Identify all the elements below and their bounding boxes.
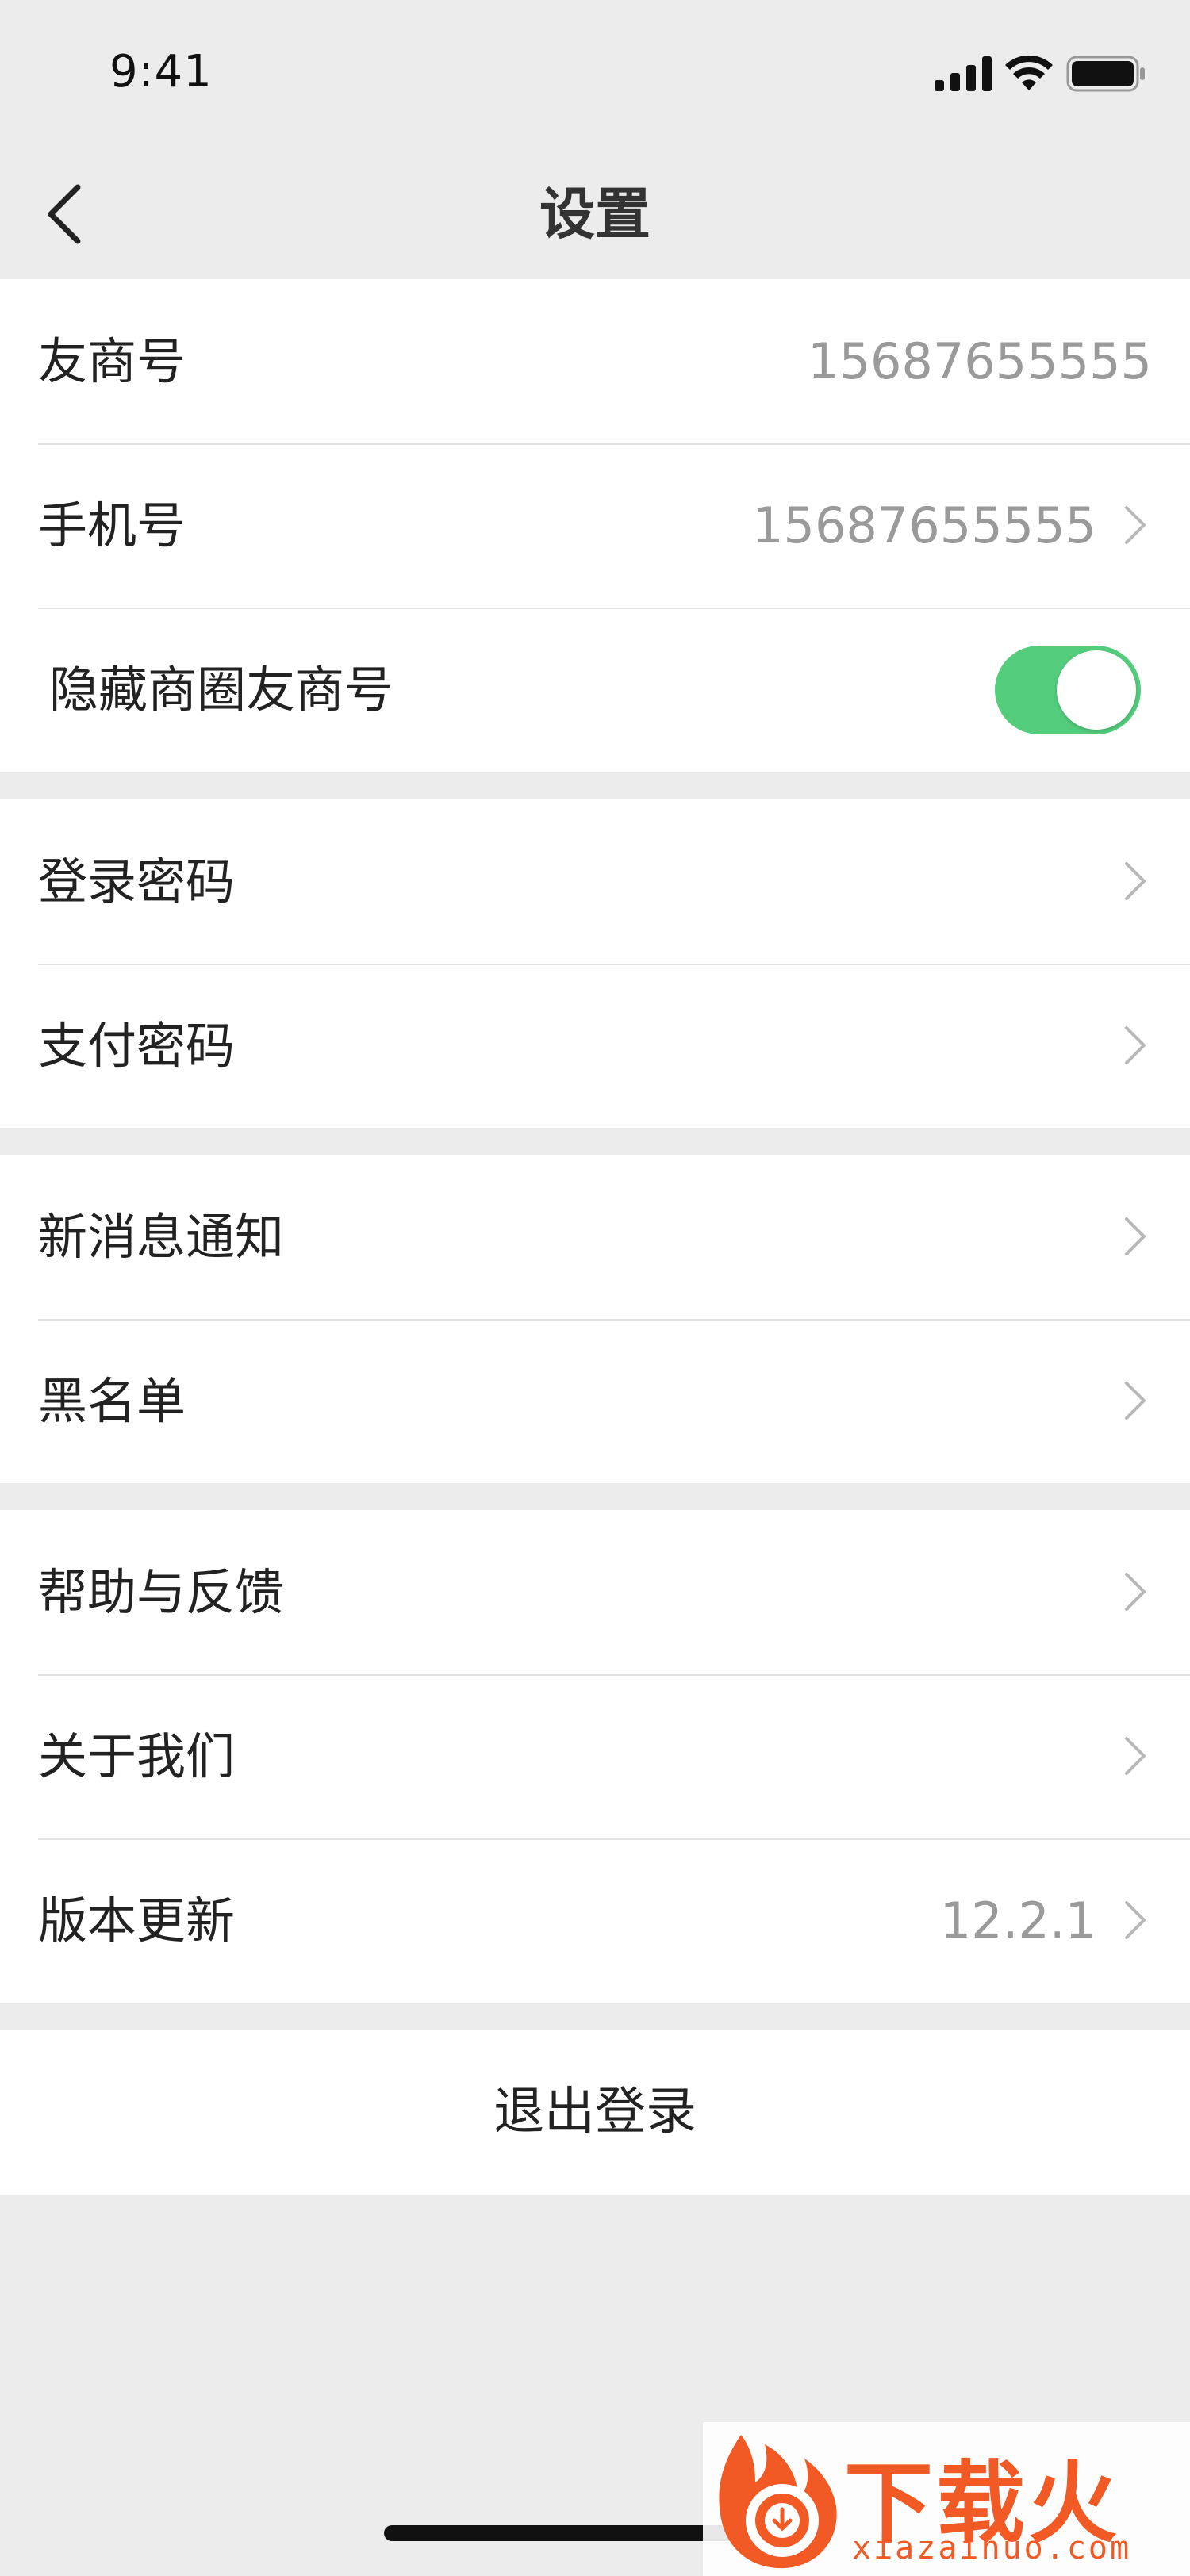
flame-logo-icon	[719, 2435, 837, 2569]
phone-label: 手机号	[38, 496, 186, 554]
battery-icon	[1066, 56, 1145, 92]
blacklist-label: 黑名单	[38, 1372, 186, 1430]
new-message-label: 新消息通知	[38, 1208, 285, 1266]
blacklist-row[interactable]: 黑名单	[0, 1319, 1190, 1483]
chevron-right-icon	[1125, 1737, 1146, 1775]
help-row[interactable]: 帮助与反馈	[0, 1510, 1190, 1674]
pay-password-label: 支付密码	[38, 1017, 236, 1075]
watermark: 下载火 xiazaihuo.com	[703, 2422, 1190, 2576]
phone-value: 15687655555	[752, 496, 1096, 554]
logout-button[interactable]: 退出登录	[0, 2030, 1190, 2195]
page-title: 设置	[539, 182, 651, 247]
signal-icon	[935, 56, 992, 91]
chevron-right-icon	[1125, 1382, 1146, 1420]
merchant-id-value: 15687655555	[808, 332, 1152, 390]
hide-id-toggle[interactable]	[995, 646, 1141, 734]
chevron-right-icon	[1125, 1217, 1146, 1255]
hide-id-label: 隐藏商圈友商号	[49, 661, 394, 719]
watermark-subtitle: xiazaihuo.com	[852, 2530, 1132, 2566]
chevron-right-icon	[1125, 862, 1146, 900]
about-us-row[interactable]: 关于我们	[0, 1674, 1190, 1838]
login-password-label: 登录密码	[38, 853, 236, 910]
status-icons	[935, 54, 1146, 94]
account-group: 友商号 15687655555 手机号 15687655555 隐藏商圈友商号	[0, 279, 1190, 772]
chevron-right-icon	[1125, 506, 1146, 544]
version-label: 版本更新	[38, 1892, 236, 1949]
help-label: 帮助与反馈	[38, 1563, 285, 1621]
version-row[interactable]: 版本更新 12.2.1	[0, 1838, 1190, 2003]
wifi-icon	[1005, 56, 1053, 90]
chevron-right-icon	[1125, 1573, 1146, 1611]
version-value: 12.2.1	[939, 1892, 1096, 1949]
chevron-right-icon	[1125, 1901, 1146, 1939]
about-group: 帮助与反馈 关于我们 版本更新 12.2.1	[0, 1510, 1190, 2003]
hide-id-row: 隐藏商圈友商号	[0, 608, 1190, 772]
status-time: 9:41	[109, 46, 213, 98]
chevron-right-icon	[1125, 1026, 1146, 1064]
merchant-id-label: 友商号	[38, 332, 186, 390]
phone-row[interactable]: 手机号 15687655555	[0, 443, 1190, 608]
logout-label: 退出登录	[493, 2083, 697, 2141]
status-bar: 9:41	[0, 0, 1190, 143]
notifications-group: 新消息通知 黑名单	[0, 1155, 1190, 1483]
merchant-id-row: 友商号 15687655555	[0, 279, 1190, 443]
toggle-knob	[1057, 650, 1136, 730]
login-password-row[interactable]: 登录密码	[0, 799, 1190, 964]
security-group: 登录密码 支付密码	[0, 799, 1190, 1128]
about-us-label: 关于我们	[38, 1727, 236, 1785]
new-message-row[interactable]: 新消息通知	[0, 1155, 1190, 1319]
pay-password-row[interactable]: 支付密码	[0, 964, 1190, 1128]
nav-bar: 设置	[0, 143, 1190, 279]
